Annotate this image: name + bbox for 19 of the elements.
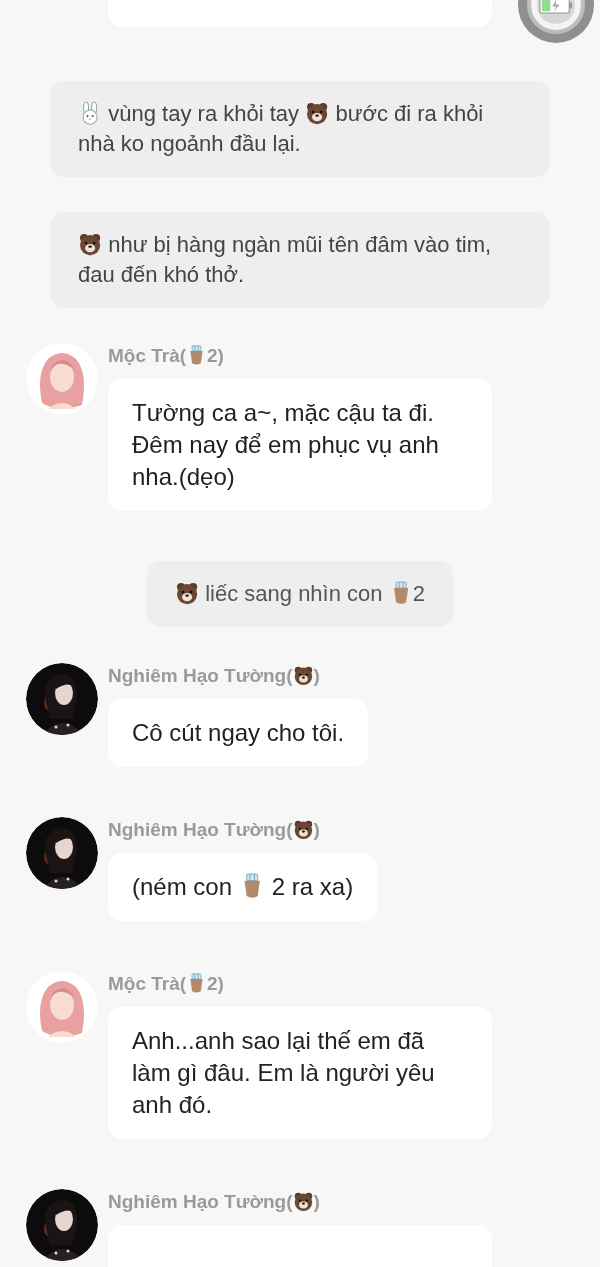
narration-bubble: như bị hàng ngàn mũi tên đâm vào tim, đau đến khó thở. <box>50 212 550 308</box>
message-bubble: (ném con 2 ra xa) <box>108 853 378 921</box>
bear-icon <box>292 664 314 686</box>
action-bubble: liếc sang nhìn con 2 <box>146 561 454 627</box>
sender-name: Nghiêm Hạo Tường( ) <box>108 817 320 842</box>
message-bubble: Anh...anh sao lại thế em đã làm gì đâu. Em là người yêu anh đó. <box>108 1007 492 1139</box>
bear-icon <box>78 232 103 257</box>
message-bubble: Cô cút ngay cho tôi. <box>108 699 369 767</box>
bear-icon <box>292 818 314 840</box>
bear-icon <box>292 1190 314 1212</box>
bear-icon <box>305 101 330 126</box>
sender-name: Mộc Trà( 2) <box>108 971 224 996</box>
sender-name: Nghiêm Hạo Tường( ) <box>108 663 320 688</box>
message-bubble: Tường ca a~, mặc cậu ta đi. Đêm nay để em phục vụ anh nha.(dẹo) <box>108 379 492 511</box>
bear-icon <box>174 581 200 606</box>
battery-icon <box>539 0 573 14</box>
narration-bubble: vùng tay ra khỏi tay bước đi ra khỏi nhà ko ngoảnh đầu lại. <box>50 81 550 177</box>
sender-name: Nghiêm Hạo Tường( ) <box>108 1189 320 1214</box>
sender-name: Mộc Trà( 2) <box>108 343 224 368</box>
